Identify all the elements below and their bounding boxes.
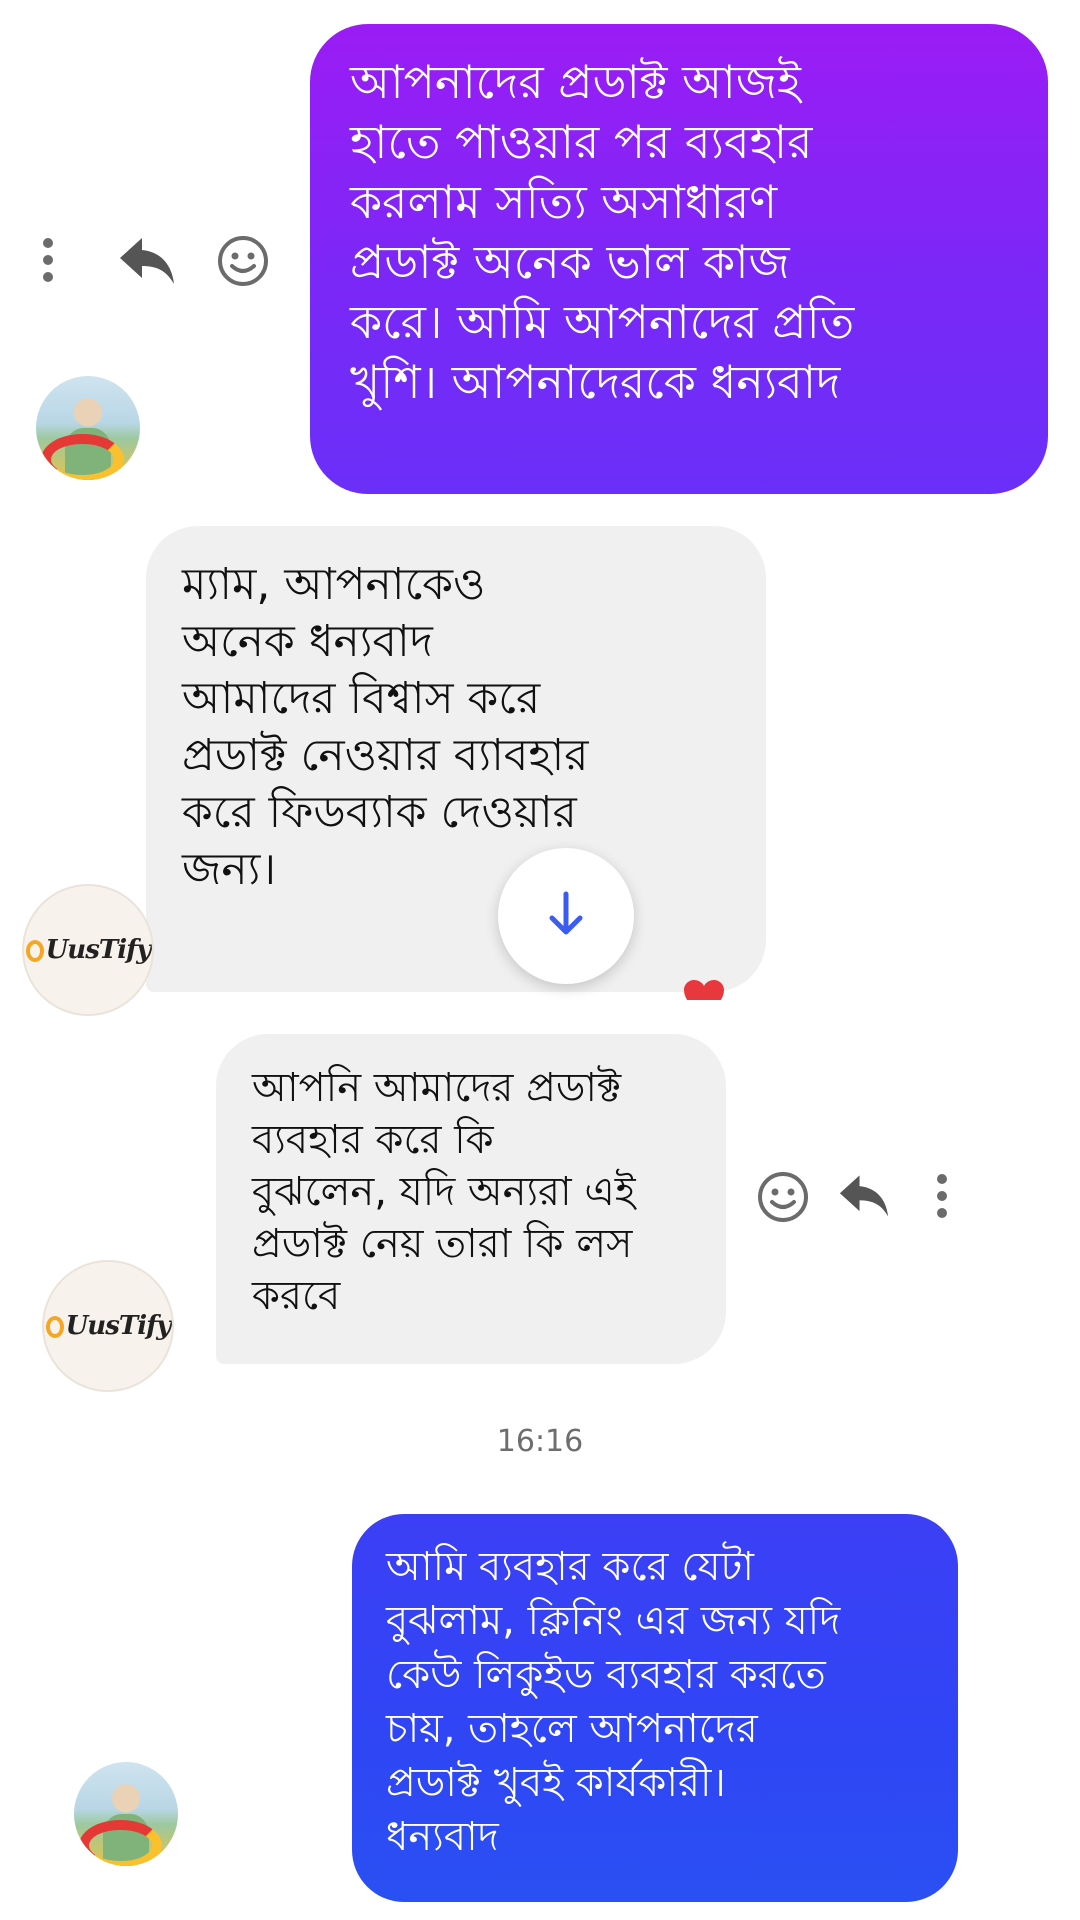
more-options-icon[interactable]	[36, 236, 60, 284]
brand-avatar[interactable]: UusTify	[22, 884, 154, 1016]
reply-icon[interactable]	[838, 1170, 890, 1220]
reply-icon[interactable]	[118, 232, 176, 288]
user-avatar[interactable]	[74, 1762, 178, 1866]
heart-reaction-icon[interactable]	[682, 978, 726, 1000]
user-avatar[interactable]	[36, 376, 140, 480]
react-smiley-icon[interactable]	[216, 234, 270, 288]
more-options-icon[interactable]	[930, 1172, 954, 1220]
message-bubble-incoming[interactable]: ম্যাম, আপনাকেও অনেক ধন্যবাদ আমাদের বিশ্ব…	[146, 526, 766, 992]
brand-avatar[interactable]: UusTify	[42, 1260, 174, 1392]
brand-logo: UusTify	[25, 935, 151, 965]
scroll-to-bottom-button[interactable]	[498, 848, 634, 984]
arrow-down-icon	[546, 890, 586, 942]
message-bubble-incoming[interactable]: আপনি আমাদের প্রডাক্ট ব্যবহার করে কি বুঝল…	[216, 1034, 726, 1364]
timestamp: 16:16	[496, 1424, 584, 1459]
brand-logo: UusTify	[45, 1311, 171, 1341]
react-smiley-icon[interactable]	[756, 1170, 810, 1224]
message-bubble-outgoing[interactable]: আপনাদের প্রডাক্ট আজই হাতে পাওয়ার পর ব্য…	[310, 24, 1048, 494]
message-bubble-outgoing[interactable]: আমি ব্যবহার করে যেটা বুঝলাম, ক্লিনিং এর …	[352, 1514, 958, 1902]
